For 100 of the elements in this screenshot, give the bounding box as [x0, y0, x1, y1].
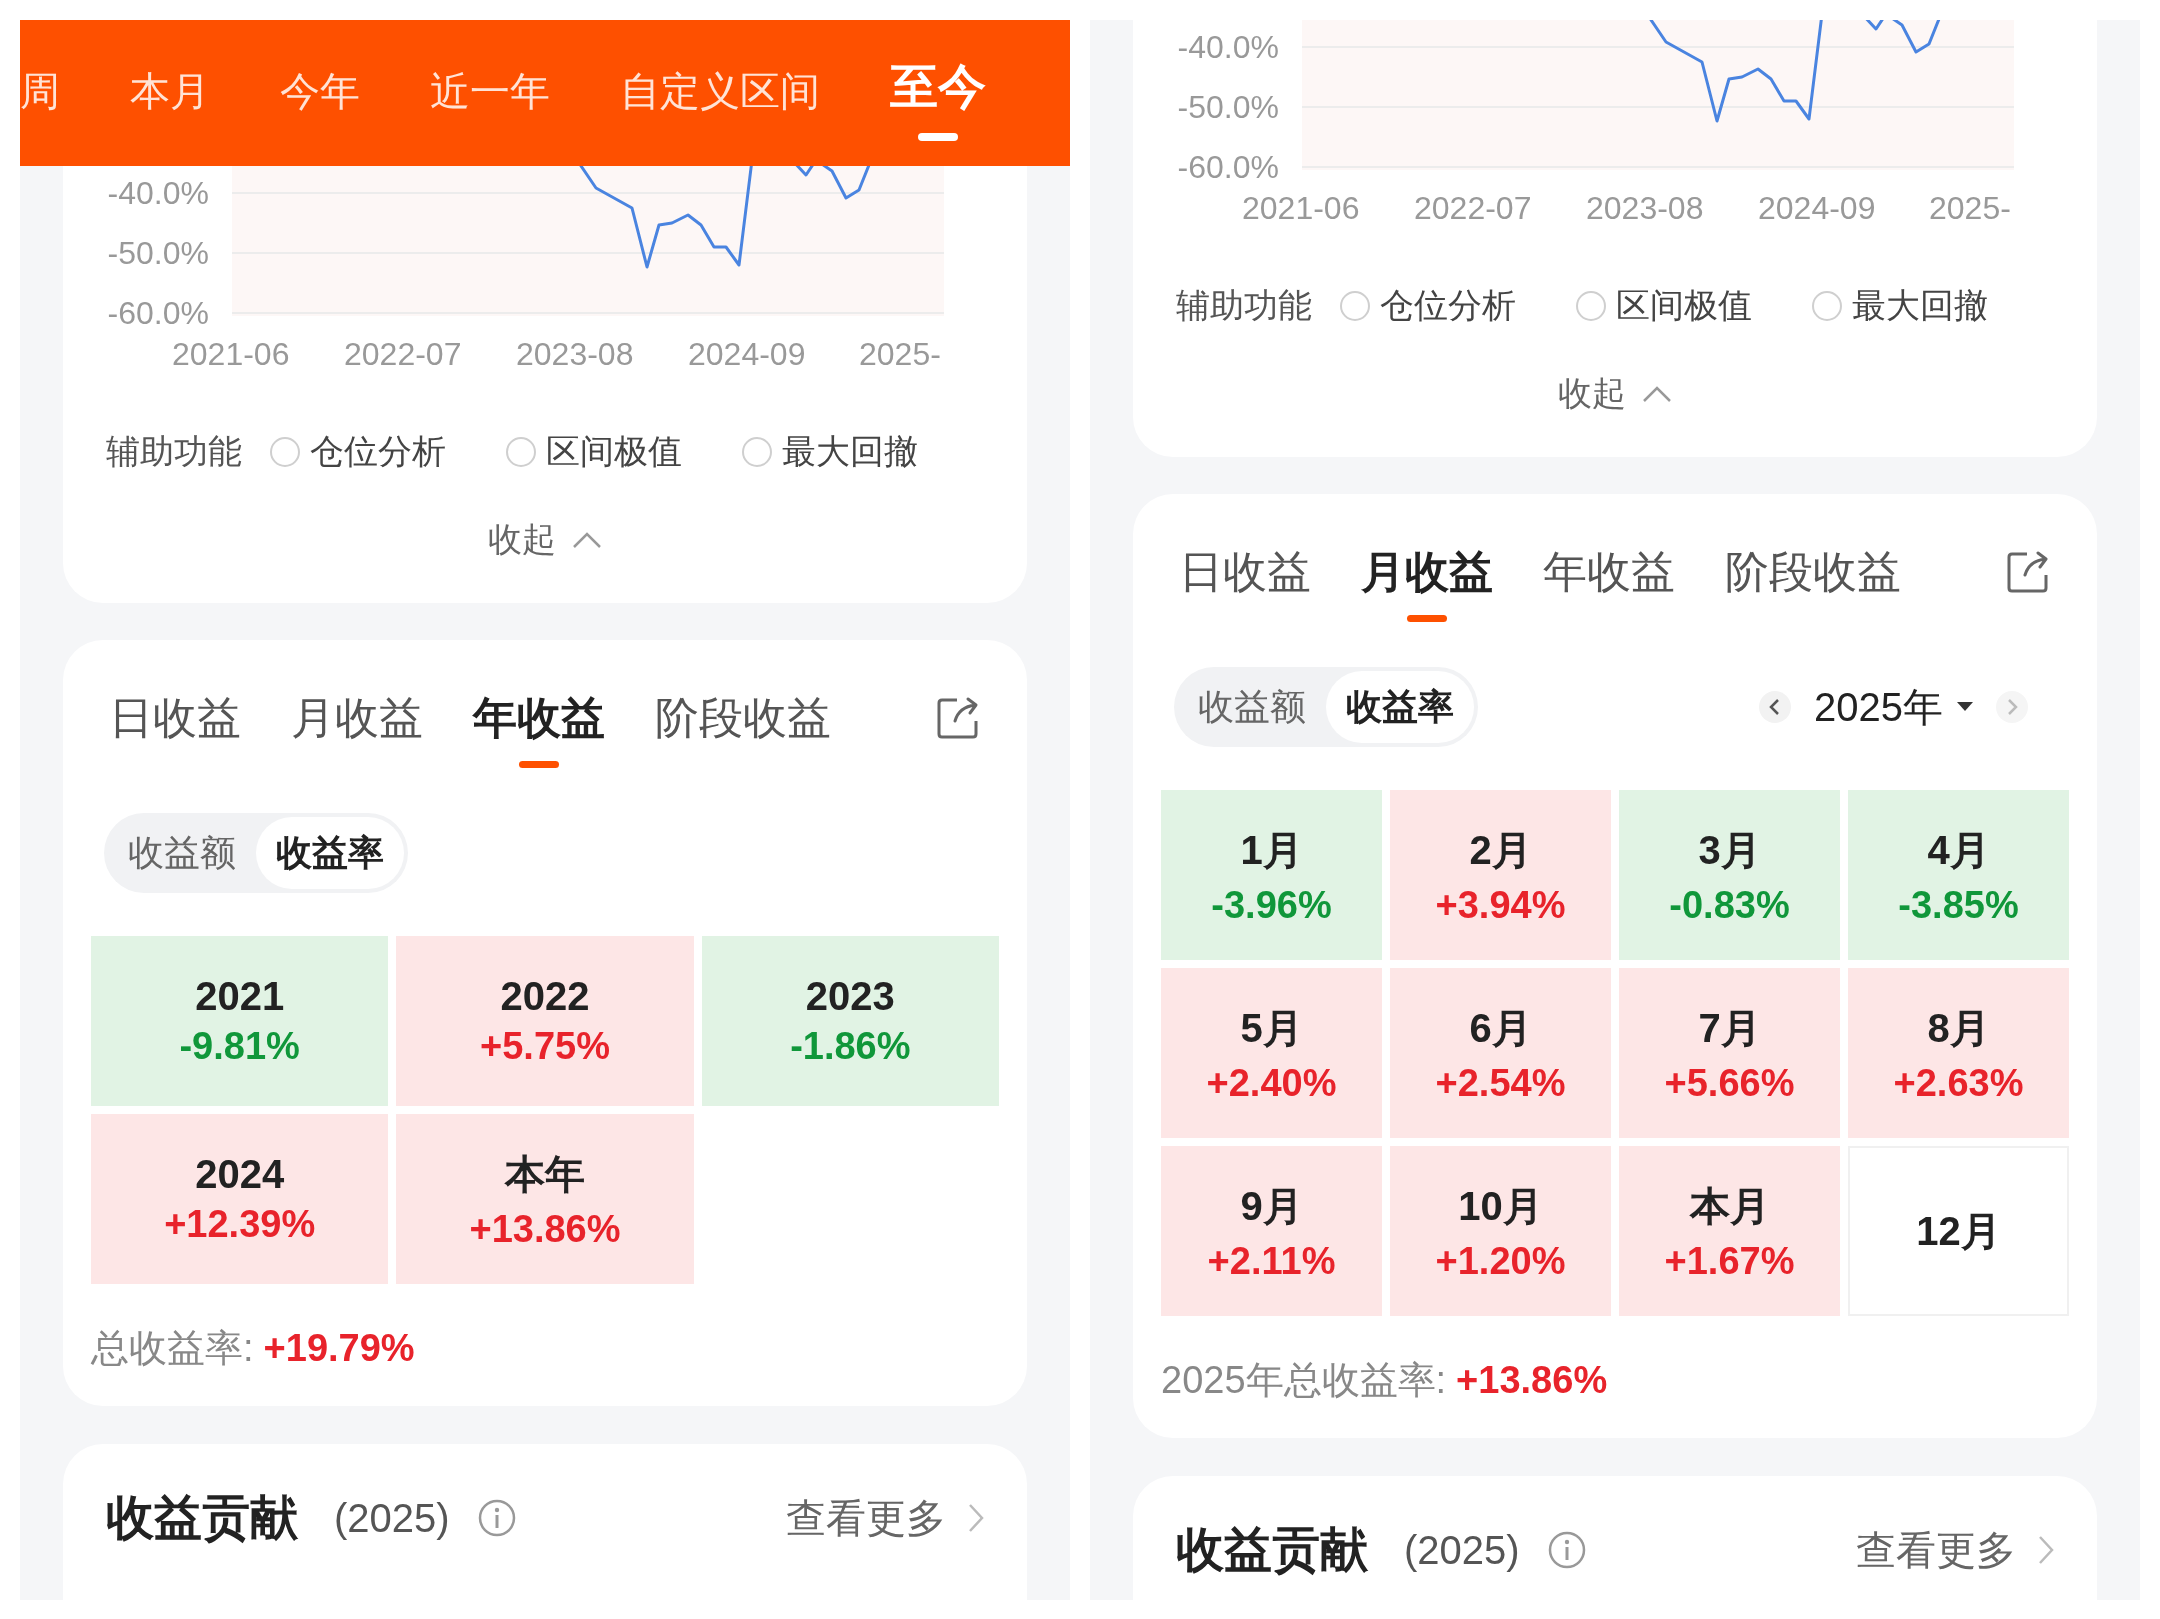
share-icon[interactable] [2005, 549, 2051, 595]
radio-icon[interactable] [1812, 291, 1842, 321]
tile-label: 6月 [1469, 1005, 1532, 1052]
x-axis-label: 2021-06 [172, 336, 290, 372]
section-year: (2025) [334, 1495, 450, 1541]
tile-value: -3.96% [1211, 884, 1332, 927]
tab-indicator [519, 760, 559, 768]
caret-down-icon [1957, 702, 1973, 712]
tile-label: 3月 [1698, 827, 1761, 874]
tile-label: 4月 [1927, 827, 1990, 874]
radio-option[interactable]: 最大回撤 [742, 429, 918, 475]
section-year: (2025) [1404, 1527, 1520, 1573]
radio-icon[interactable] [1340, 291, 1370, 321]
returns-tab[interactable]: 日收益 [1179, 542, 1311, 602]
x-axis-label: 2024-09 [688, 336, 806, 372]
tab-indicator [918, 133, 958, 141]
section-title: 收益贡献 [1176, 1522, 1368, 1578]
chevron-right-icon [968, 1503, 984, 1533]
tile-label: 2023 [805, 974, 895, 1019]
total-value: +13.86% [1456, 1358, 1608, 1402]
x-axis-label: 2023-08 [1586, 190, 1704, 226]
tile-label: 2024 [195, 1152, 285, 1197]
tile-label: 2021 [195, 974, 285, 1019]
returns-tab[interactable]: 月收益 [1361, 542, 1493, 602]
see-more-link[interactable]: 查看更多 [786, 1490, 984, 1546]
tab-indicator [1407, 614, 1447, 622]
tile-value: +2.40% [1206, 1062, 1337, 1105]
tile-value: +5.66% [1664, 1062, 1795, 1105]
aux-label: 辅助功能 [1176, 285, 1312, 326]
y-axis-label: -60.0% [107, 295, 209, 331]
info-icon[interactable] [1547, 1531, 1586, 1569]
chevron-right-icon [2038, 1535, 2054, 1565]
chevron-up-icon [1642, 385, 1672, 403]
option-label: 区间极值 [1616, 285, 1752, 326]
tile-value: +12.39% [164, 1203, 316, 1246]
radio-option[interactable]: 区间极值 [1576, 283, 1752, 329]
y-axis-label: -60.0% [1177, 149, 1279, 185]
x-axis-label: 2022-07 [1414, 190, 1532, 226]
tile-label: 8月 [1927, 1005, 1990, 1052]
tile-value: +5.75% [480, 1025, 610, 1068]
y-axis-label: -50.0% [1177, 89, 1279, 125]
x-axis-label: 2022-07 [344, 336, 462, 372]
radio-icon[interactable] [1576, 291, 1606, 321]
segment-option[interactable]: 收益额 [1178, 671, 1326, 743]
see-more-link[interactable]: 查看更多 [1856, 1522, 2054, 1578]
total-label: 2025年总收益率: [1161, 1357, 1447, 1403]
radio-option[interactable]: 区间极值 [506, 429, 682, 475]
info-icon[interactable] [477, 1499, 516, 1537]
returns-tab[interactable]: 阶段收益 [1725, 542, 1901, 602]
year-dropdown[interactable]: 2025年 [1814, 679, 1973, 735]
total-value: +19.79% [263, 1326, 415, 1370]
tile-label: 2月 [1469, 827, 1532, 874]
section-title: 收益贡献 [106, 1490, 298, 1546]
radio-option[interactable]: 仓位分析 [270, 429, 446, 475]
tile-value: +1.20% [1435, 1240, 1566, 1283]
returns-tab[interactable]: 日收益 [109, 688, 241, 748]
x-axis-label: 2024-09 [1758, 190, 1876, 226]
radio-icon[interactable] [742, 437, 772, 467]
tile-value: +13.86% [469, 1208, 621, 1251]
tile-value: -0.83% [1669, 884, 1790, 927]
tile-label: 7月 [1698, 1005, 1761, 1052]
tile-value: +3.94% [1435, 884, 1566, 927]
segment-option[interactable]: 收益额 [108, 817, 256, 889]
x-axis-label: 2025- [1929, 190, 2011, 226]
tile-value: +1.67% [1664, 1240, 1795, 1283]
y-axis-label: -40.0% [107, 175, 209, 211]
aux-label: 辅助功能 [106, 431, 242, 472]
collapse-button[interactable]: 收起 [488, 517, 602, 563]
option-label: 最大回撤 [782, 431, 918, 472]
segment-option[interactable]: 收益率 [256, 817, 404, 889]
tile-label: 10月 [1458, 1183, 1543, 1230]
tile-value: -1.86% [790, 1025, 911, 1068]
returns-tab[interactable]: 月收益 [291, 688, 423, 748]
collapse-button[interactable]: 收起 [1558, 371, 1672, 417]
y-axis-label: -50.0% [107, 235, 209, 271]
x-axis-label: 2025- [859, 336, 941, 372]
radio-icon[interactable] [270, 437, 300, 467]
tile-value: +2.54% [1435, 1062, 1566, 1105]
option-label: 最大回撤 [1852, 285, 1988, 326]
returns-tab[interactable]: 年收益 [473, 688, 605, 748]
radio-icon[interactable] [506, 437, 536, 467]
y-axis-label: -40.0% [1177, 29, 1279, 65]
x-axis-label: 2021-06 [1242, 190, 1360, 226]
returns-tab[interactable]: 阶段收益 [655, 688, 831, 748]
option-label: 区间极值 [546, 431, 682, 472]
tile-label: 5月 [1240, 1005, 1303, 1052]
tile-label: 12月 [1916, 1207, 2001, 1255]
returns-tab[interactable]: 年收益 [1543, 542, 1675, 602]
tile-value: +2.63% [1893, 1062, 2024, 1105]
radio-option[interactable]: 仓位分析 [1340, 283, 1516, 329]
total-label: 总收益率: [91, 1325, 254, 1371]
tile-label: 本月 [1689, 1183, 1770, 1230]
option-label: 仓位分析 [310, 431, 446, 472]
radio-option[interactable]: 最大回撤 [1812, 283, 1988, 329]
chevron-up-icon [572, 531, 602, 549]
x-axis-label: 2023-08 [516, 336, 634, 372]
segment-option[interactable]: 收益率 [1326, 671, 1474, 743]
share-icon[interactable] [935, 695, 981, 741]
tile-label: 2022 [500, 974, 590, 1019]
tile-label: 9月 [1240, 1183, 1303, 1230]
